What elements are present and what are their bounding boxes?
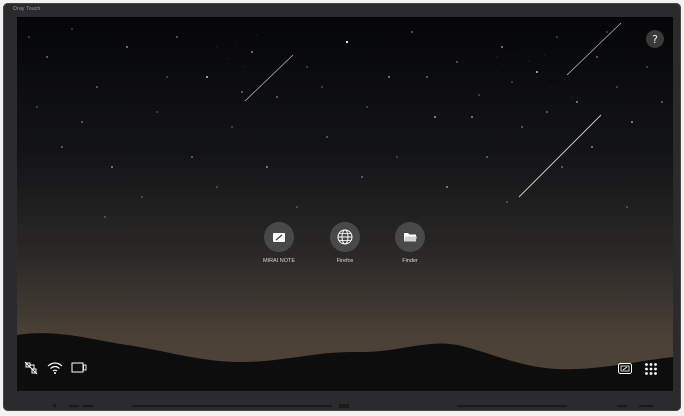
bezel-strip [457,405,567,407]
app-label: Finder [402,258,418,264]
globe-icon [330,222,360,252]
screen-share-icon[interactable] [617,361,633,377]
display-input-icon[interactable] [71,361,87,375]
folder-icon [395,222,425,252]
brand-logo: Oray Touch [13,6,41,12]
bezel-port [339,404,349,408]
bezel-controls [17,401,673,411]
power-indicator [53,404,56,407]
note-pen-icon [264,222,294,252]
app-grid-icon[interactable] [643,361,659,377]
bezel-button[interactable] [617,405,627,407]
app-shortcuts: MIRAI NOTE Firefox Finder [17,17,673,391]
wifi-icon[interactable] [47,361,63,375]
bezel-button[interactable] [69,405,79,407]
bezel-button[interactable] [639,405,653,407]
status-bar [23,361,87,375]
network-disconnected-icon[interactable] [23,361,39,375]
display-bezel: Oray Touch ? MIRAI NOTE Firefox Finder [3,3,681,411]
system-tray [617,361,659,377]
app-finder[interactable]: Finder [380,222,440,264]
app-firefox[interactable]: Firefox [315,222,375,264]
app-label: MIRAI NOTE [262,258,296,264]
app-mirai-note[interactable]: MIRAI NOTE [249,222,309,264]
bezel-button[interactable] [83,405,93,407]
bezel-strip [132,405,332,407]
app-label: Firefox [336,258,354,264]
desktop-screen: ? MIRAI NOTE Firefox Finder [17,17,673,391]
